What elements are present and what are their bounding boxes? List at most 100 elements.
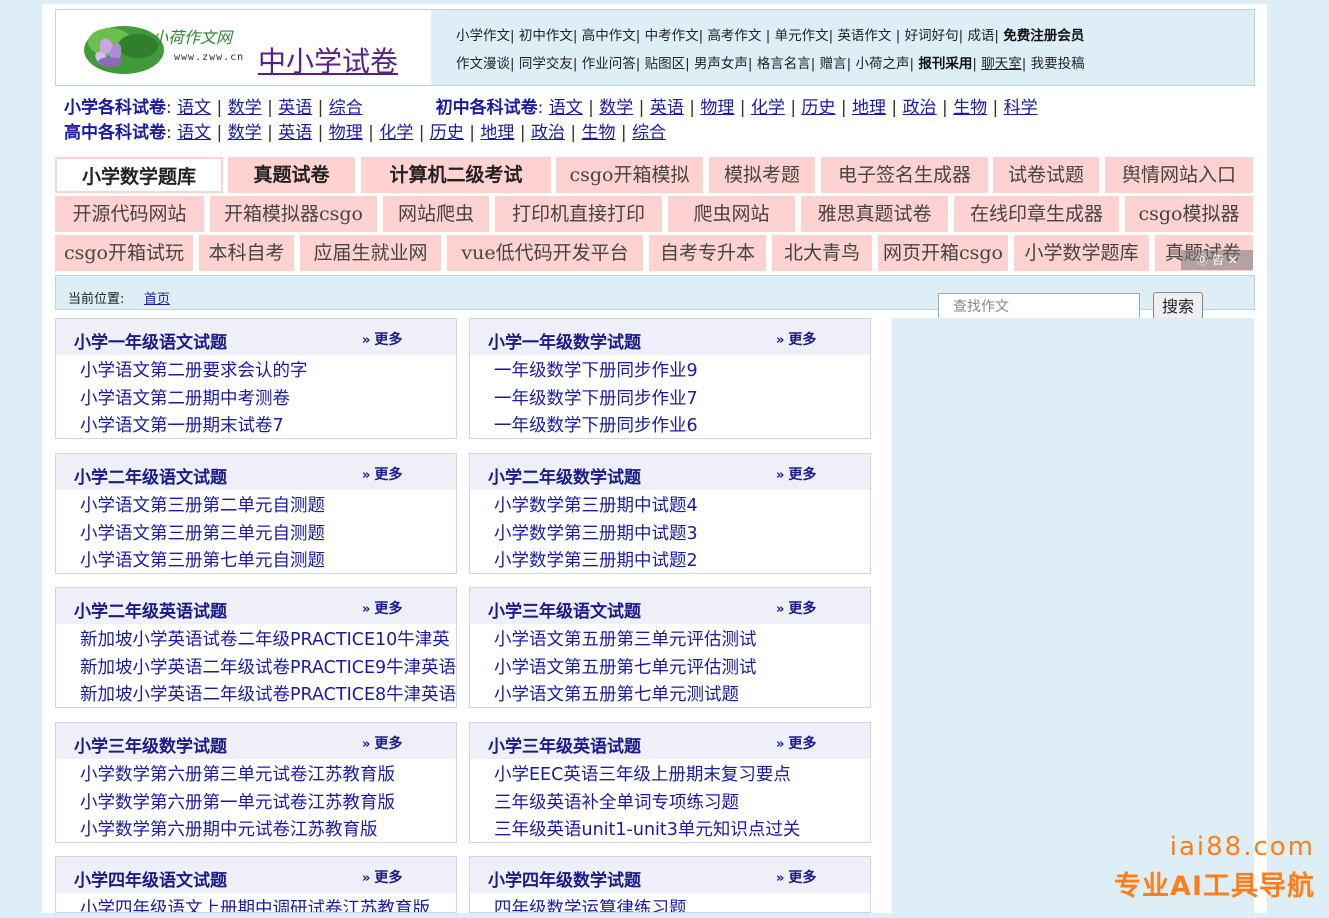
nav-link-chatroom[interactable]: 聊天室 <box>981 56 1022 72</box>
menu-item[interactable]: 开箱模拟器csgo <box>210 196 377 232</box>
menu-item[interactable]: vue低代码开发平台 <box>447 235 643 271</box>
nav-link-zhongkao-essay[interactable]: 中考作文| <box>645 28 704 44</box>
more-link[interactable]: » 更多 <box>776 733 816 753</box>
more-link[interactable]: » 更多 <box>362 329 402 349</box>
list-item[interactable]: 小学数学第六册第三单元试卷江苏教育版 <box>80 762 395 790</box>
menu-item[interactable]: 模拟考题 <box>709 157 815 193</box>
primary-chinese[interactable]: 语文 <box>177 98 211 118</box>
list-item[interactable]: 小学数学第三册期中试题2 <box>494 548 698 576</box>
more-link[interactable]: » 更多 <box>776 464 816 484</box>
senior-chinese[interactable]: 语文 <box>177 123 211 143</box>
senior-geography[interactable]: 地理 <box>480 123 514 143</box>
list-item[interactable]: 四年级数学运算律练习题 <box>494 896 687 912</box>
list-item[interactable]: 小学数学第三册期中试题3 <box>494 521 698 549</box>
primary-general[interactable]: 综合 <box>329 98 363 118</box>
search-input[interactable]: 查找作文 <box>938 293 1140 321</box>
menu-item[interactable]: csgo开箱模拟 <box>556 157 703 193</box>
senior-physics[interactable]: 物理 <box>329 123 363 143</box>
junior-math[interactable]: 数学 <box>599 98 633 118</box>
nav-link-essay-talk[interactable]: 作文漫谈| <box>456 56 515 72</box>
logo[interactable]: 小荷作文网 www.zww.cn 中小学试卷 <box>56 10 431 85</box>
register-link[interactable]: 免费注册会员 <box>1003 28 1084 44</box>
list-item[interactable]: 三年级英语unit1-unit3单元知识点过关 <box>494 817 800 845</box>
junior-english[interactable]: 英语 <box>650 98 684 118</box>
list-item[interactable]: 三年级英语补全单词专项练习题 <box>494 790 800 818</box>
menu-item[interactable]: 应届生就业网 <box>300 235 441 271</box>
list-item[interactable]: 小学语文第五册第七单元评估测试 <box>494 655 757 683</box>
list-item[interactable]: 小学数学第六册第一单元试卷江苏教育版 <box>80 790 395 818</box>
list-item[interactable]: 一年级数学下册同步作业6 <box>494 413 698 441</box>
list-item[interactable]: 小学语文第二册要求会认的字 <box>80 358 308 386</box>
menu-item[interactable]: 爬虫网站 <box>668 196 795 232</box>
menu-item[interactable]: 真题试卷 <box>228 157 355 193</box>
list-item[interactable]: 小学EEC英语三年级上册期末复习要点 <box>494 762 800 790</box>
breadcrumb-home-link[interactable]: 首页 <box>144 288 170 307</box>
menu-item[interactable]: 北大青鸟 <box>772 235 872 271</box>
junior-biology[interactable]: 生物 <box>953 98 987 118</box>
menu-item[interactable]: 网站爬虫 <box>383 196 489 232</box>
senior-politics[interactable]: 政治 <box>531 123 565 143</box>
nav-link-voices[interactable]: 男声女声| <box>694 56 753 72</box>
menu-item[interactable]: 本科自考 <box>199 235 294 271</box>
list-item[interactable]: 新加坡小学英语二年级试卷PRACTICE9牛津英语 <box>80 655 456 683</box>
menu-item[interactable]: 开源代码网站 <box>55 196 204 232</box>
nav-link-homework-qa[interactable]: 作业问答| <box>582 56 641 72</box>
ad-close-badge[interactable]: ⓪ 告 ✕ <box>1181 250 1253 270</box>
menu-item[interactable]: 舆情网站入口 <box>1105 157 1253 193</box>
more-link[interactable]: » 更多 <box>776 867 816 887</box>
nav-link-gaokao-essay[interactable]: 高考作文 | <box>707 28 770 44</box>
menu-item[interactable]: 自考专升本 <box>649 235 766 271</box>
nav-link-english-essay[interactable]: 英语作文 | <box>837 28 900 44</box>
primary-english[interactable]: 英语 <box>278 98 312 118</box>
nav-link-published[interactable]: 报刊采用 <box>918 56 972 72</box>
nav-link-friends[interactable]: 同学交友| <box>519 56 578 72</box>
junior-chemistry[interactable]: 化学 <box>751 98 785 118</box>
nav-link-primary-essay[interactable]: 小学作文| <box>456 28 515 44</box>
more-link[interactable]: » 更多 <box>776 598 816 618</box>
list-item[interactable]: 小学四年级语文上册期中调研试卷江苏教育版 <box>80 896 430 912</box>
senior-english[interactable]: 英语 <box>278 123 312 143</box>
list-item[interactable]: 小学语文第三册第二单元自测题 <box>80 493 325 521</box>
junior-chinese[interactable]: 语文 <box>549 98 583 118</box>
nav-link-junior-essay[interactable]: 初中作文| <box>519 28 578 44</box>
nav-link-senior-essay[interactable]: 高中作文| <box>582 28 641 44</box>
junior-physics[interactable]: 物理 <box>700 98 734 118</box>
senior-history[interactable]: 历史 <box>430 123 464 143</box>
list-item[interactable]: 小学语文第五册第七单元测试题 <box>494 682 757 710</box>
list-item[interactable]: 小学数学第六册期中元试卷江苏教育版 <box>80 817 395 845</box>
nav-link-unit-essay[interactable]: 单元作文| <box>775 28 834 44</box>
list-item[interactable]: 小学语文第三册第七单元自测题 <box>80 548 325 576</box>
more-link[interactable]: » 更多 <box>776 329 816 349</box>
box-title[interactable]: 小学三年级语文试题 <box>488 597 641 622</box>
list-item[interactable]: 小学语文第一册期末试卷7 <box>80 413 308 441</box>
nav-link-quotes[interactable]: 格言名言| <box>757 56 816 72</box>
more-link[interactable]: » 更多 <box>362 867 402 887</box>
menu-item[interactable]: 在线印章生成器 <box>954 196 1119 232</box>
menu-item[interactable]: 试卷试题 <box>993 157 1099 193</box>
box-title[interactable]: 小学三年级英语试题 <box>488 732 641 757</box>
list-item[interactable]: 小学语文第二册期中考测卷 <box>80 386 308 414</box>
box-title[interactable]: 小学三年级数学试题 <box>74 732 227 757</box>
more-link[interactable]: » 更多 <box>362 464 402 484</box>
more-link[interactable]: » 更多 <box>362 598 402 618</box>
box-title[interactable]: 小学二年级英语试题 <box>74 597 227 622</box>
menu-item[interactable]: 小学数学题库 <box>1014 235 1149 271</box>
junior-science[interactable]: 科学 <box>1004 98 1038 118</box>
junior-history[interactable]: 历史 <box>801 98 835 118</box>
nav-link-idioms[interactable]: 成语| <box>967 28 999 44</box>
menu-item[interactable]: 电子签名生成器 <box>821 157 988 193</box>
senior-biology[interactable]: 生物 <box>582 123 616 143</box>
box-title[interactable]: 小学二年级数学试题 <box>488 463 641 488</box>
senior-math[interactable]: 数学 <box>228 123 262 143</box>
senior-subjects-label[interactable]: 高中各科试卷 <box>64 123 166 143</box>
menu-item[interactable]: 雅思真题试卷 <box>801 196 948 232</box>
box-title[interactable]: 小学一年级数学试题 <box>488 328 641 353</box>
list-item[interactable]: 新加坡小学英语二年级试卷PRACTICE8牛津英语 <box>80 682 456 710</box>
list-item[interactable]: 一年级数学下册同步作业7 <box>494 386 698 414</box>
junior-subjects-label[interactable]: 初中各科试卷 <box>436 98 538 118</box>
box-title[interactable]: 小学四年级数学试题 <box>488 866 641 891</box>
menu-item[interactable]: 网页开箱csgo <box>878 235 1008 271</box>
box-title[interactable]: 小学一年级语文试题 <box>74 328 227 353</box>
nav-link-xiaohe-voice[interactable]: 小荷之声| <box>856 56 915 72</box>
menu-item[interactable]: csgo模拟器 <box>1125 196 1253 232</box>
